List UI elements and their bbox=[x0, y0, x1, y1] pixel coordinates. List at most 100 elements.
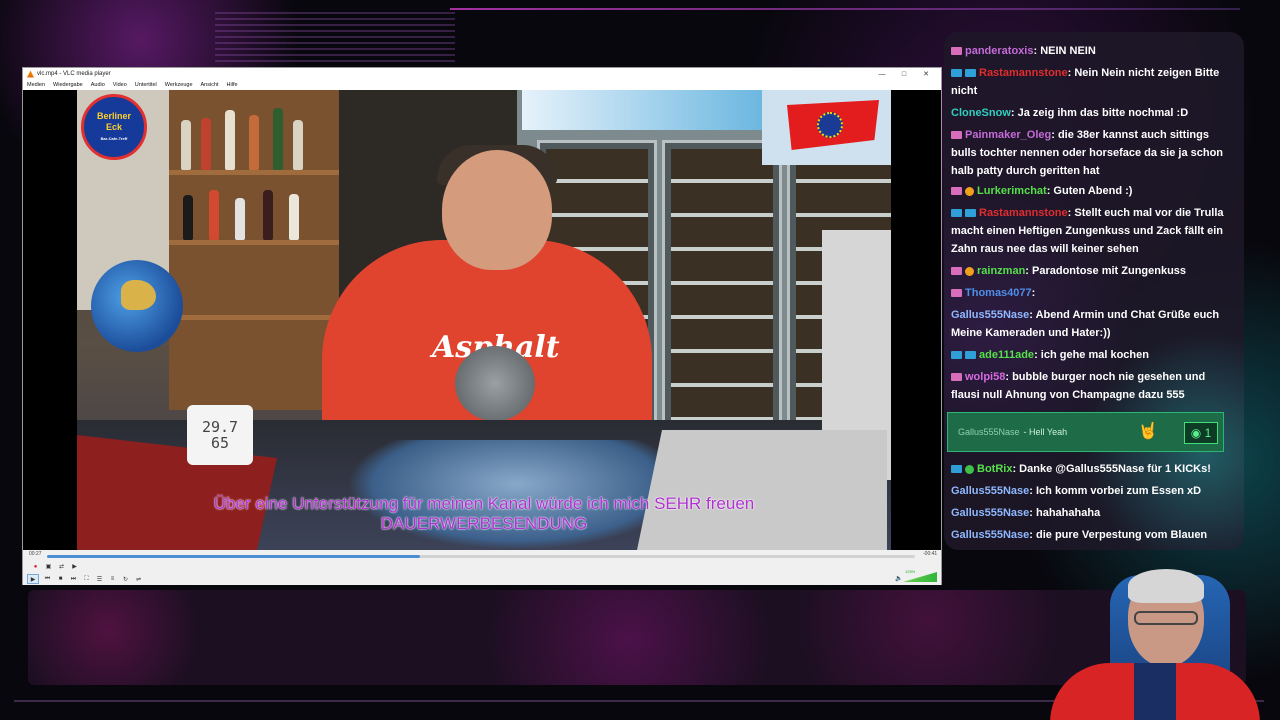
kick-highlight: Gallus555Nase - Hell Yeah 🤘 ◉ 1 bbox=[947, 412, 1224, 452]
orange-badge-icon bbox=[965, 186, 974, 196]
minimize-button[interactable]: — bbox=[871, 71, 893, 78]
rock-hand-icon: 🤘 bbox=[1138, 423, 1158, 440]
blue-badge-icon bbox=[951, 465, 962, 474]
time-remaining: -00:41 bbox=[923, 551, 938, 557]
pink-badge-icon bbox=[951, 47, 962, 56]
snapshot-icon[interactable]: ▣ bbox=[44, 562, 53, 571]
chat-message: BotRix: Danke @Gallus555Nase für 1 KICKs… bbox=[951, 460, 1229, 478]
flag-emblem-icon bbox=[817, 112, 843, 138]
menu-werkzeuge[interactable]: Werkzeuge bbox=[165, 82, 193, 88]
bottle bbox=[183, 195, 193, 240]
green-badge-icon bbox=[965, 464, 974, 474]
highlight-user[interactable]: Gallus555Nase bbox=[958, 427, 1020, 437]
flag-overlay bbox=[762, 90, 891, 165]
bottle bbox=[249, 115, 259, 170]
menu-medien[interactable]: Medien bbox=[27, 82, 45, 88]
chat-username[interactable]: Lurkerimchat bbox=[977, 185, 1047, 197]
bottle bbox=[225, 110, 235, 170]
menu-untertitel[interactable]: Untertitel bbox=[135, 82, 157, 88]
close-button[interactable]: ✕ bbox=[915, 70, 937, 78]
orange-badge-icon bbox=[965, 266, 974, 276]
chat-message: Painmaker_Oleg: die 38er kannst auch sit… bbox=[951, 126, 1229, 180]
scene-person-head bbox=[442, 150, 552, 270]
menu-ansicht[interactable]: Ansicht bbox=[201, 82, 219, 88]
chat-username[interactable]: Gallus555Nase bbox=[951, 507, 1029, 519]
chat-username[interactable]: Gallus555Nase bbox=[951, 529, 1029, 541]
bottle bbox=[201, 118, 211, 170]
shelf-plank bbox=[169, 240, 339, 245]
overlay-decoration-bars bbox=[215, 12, 455, 62]
shuffle-icon[interactable]: ⇌ bbox=[134, 575, 143, 584]
chat-message-text: : Ich komm vorbei zum Essen xD bbox=[1029, 485, 1202, 497]
bottle bbox=[273, 108, 283, 170]
video-area[interactable]: Asphalt 29.7 65 Berliner Eck Bar-Cafe-Tr… bbox=[23, 90, 941, 550]
vlc-menubar: Medien Wiedergabe Audio Video Untertitel… bbox=[23, 80, 941, 90]
scene-bottle-shelf bbox=[169, 90, 339, 410]
frame-step-icon[interactable]: ▶ bbox=[70, 562, 79, 571]
chat-username[interactable]: Painmaker_Oleg bbox=[965, 129, 1051, 141]
loop-ab-icon[interactable]: ⇄ bbox=[57, 562, 66, 571]
pink-badge-icon bbox=[951, 131, 962, 140]
shelf-plank bbox=[169, 315, 339, 320]
chat-message-text: : Guten Abend :) bbox=[1046, 185, 1133, 197]
subtitle-line-2: DAUERWERBESENDUNG bbox=[380, 514, 588, 533]
video-frame[interactable]: Asphalt 29.7 65 Berliner Eck Bar-Cafe-Tr… bbox=[77, 90, 891, 550]
seek-bar[interactable] bbox=[47, 555, 915, 558]
logo-small: Bar-Cafe-Treff bbox=[100, 135, 128, 141]
bottle bbox=[293, 120, 303, 170]
chat-message: Gallus555Nase: Ich komm vorbei zum Essen… bbox=[951, 482, 1229, 500]
bottle bbox=[181, 120, 191, 170]
microphone-windscreen bbox=[455, 346, 535, 421]
next-icon[interactable]: ⏭ bbox=[69, 575, 78, 584]
stop-icon[interactable]: ■ bbox=[56, 575, 65, 584]
previous-icon[interactable]: ⏮ bbox=[43, 575, 52, 584]
chat-username[interactable]: Gallus555Nase bbox=[951, 309, 1029, 321]
chat-message: wolpi58: bubble burger noch nie gesehen … bbox=[951, 368, 1229, 404]
chat-username[interactable]: ade111ade bbox=[979, 349, 1034, 361]
shelf-plank bbox=[169, 170, 339, 175]
loop-icon[interactable]: ↻ bbox=[121, 575, 130, 584]
chat-username[interactable]: panderatoxis bbox=[965, 45, 1033, 57]
chat-message-text: : Danke @Gallus555Nase für 1 KICKs! bbox=[1012, 463, 1211, 475]
chat-username[interactable]: Thomas4077 bbox=[965, 287, 1032, 299]
chat-message: ade111ade: ich gehe mal kochen bbox=[951, 346, 1229, 364]
play-button[interactable]: ▶ bbox=[27, 574, 39, 584]
highlight-text: - Hell Yeah bbox=[1023, 427, 1068, 437]
chat-username[interactable]: rainzman bbox=[977, 265, 1025, 277]
chat-message: Thomas4077: bbox=[951, 284, 1229, 302]
chat-message: Gallus555Nase: Abend Armin und Chat Grüß… bbox=[951, 306, 1229, 342]
chat-username[interactable]: wolpi58 bbox=[965, 371, 1005, 383]
extended-settings-icon[interactable]: ☰ bbox=[95, 575, 104, 584]
chat-username[interactable]: Rastamannstone bbox=[979, 207, 1068, 219]
chat-username[interactable]: Rastamannstone bbox=[979, 67, 1068, 79]
menu-audio[interactable]: Audio bbox=[91, 82, 105, 88]
chat-message-text: : NEIN NEIN bbox=[1033, 45, 1096, 57]
chat-message: CloneSnow: Ja zeig ihm das bitte nochmal… bbox=[951, 104, 1229, 122]
menu-video[interactable]: Video bbox=[113, 82, 127, 88]
maximize-button[interactable]: □ bbox=[893, 71, 915, 78]
chat-message: Gallus555Nase: hahahahaha bbox=[951, 504, 1229, 522]
blue-badge-icon bbox=[951, 209, 962, 218]
chat-username[interactable]: Gallus555Nase bbox=[951, 485, 1029, 497]
record-icon[interactable]: ● bbox=[31, 562, 40, 571]
menu-wiedergabe[interactable]: Wiedergabe bbox=[53, 82, 83, 88]
pink-badge-icon bbox=[951, 289, 962, 298]
fullscreen-icon[interactable]: ⛶ bbox=[82, 575, 91, 584]
chat-username[interactable]: BotRix bbox=[977, 463, 1012, 475]
playlist-icon[interactable]: ≡ bbox=[108, 575, 117, 584]
blue-badge-icon bbox=[965, 209, 976, 218]
bottle bbox=[263, 190, 273, 240]
bottle bbox=[235, 198, 245, 240]
webcam-overlay bbox=[1040, 565, 1260, 720]
thermometer-humidity: 65 bbox=[210, 434, 230, 452]
overlay-decoration-line bbox=[450, 8, 1240, 10]
speaker-icon[interactable]: 🔈 bbox=[895, 575, 902, 582]
webcam-person-hair bbox=[1128, 569, 1204, 603]
chat-message-text: : ich gehe mal kochen bbox=[1034, 349, 1149, 361]
logo-line1: Berliner bbox=[96, 110, 131, 121]
chat-message: rainzman: Paradontose mit Zungenkuss bbox=[951, 262, 1229, 280]
chat-message-text: : Paradontose mit Zungenkuss bbox=[1025, 265, 1187, 277]
chat-username[interactable]: CloneSnow bbox=[951, 107, 1011, 119]
pink-badge-icon bbox=[951, 187, 962, 196]
menu-hilfe[interactable]: Hilfe bbox=[227, 82, 238, 88]
